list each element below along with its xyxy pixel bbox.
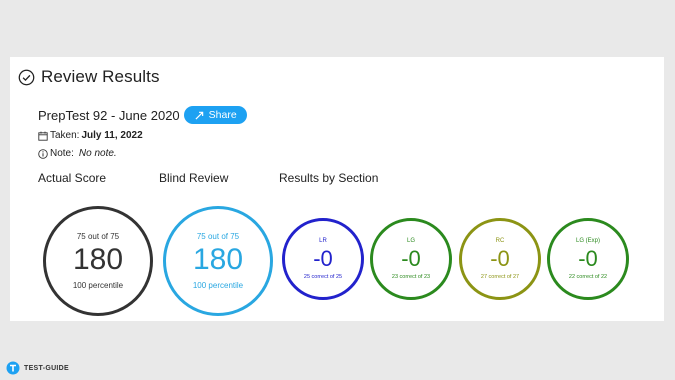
section-score: -0 (578, 246, 598, 271)
blind-review-label: Blind Review (159, 171, 229, 185)
check-circle-icon (18, 69, 35, 85)
blind-review-correct: 75 out of 75 (196, 232, 240, 241)
share-button-label: Share (208, 109, 237, 121)
test-title-row: PrepTest 92 - June 2020 Share (38, 106, 247, 124)
note-value: No note. (78, 148, 117, 159)
section-correct: 23 correct of 23 (391, 274, 431, 280)
blind-review-score: 180 (192, 243, 244, 276)
actual-score-label: Actual Score (38, 171, 107, 185)
share-icon (195, 111, 203, 120)
section-name: RC (495, 238, 505, 244)
section-score: -0 (313, 246, 333, 271)
taken-date: July 11, 2022 (81, 130, 143, 141)
review-results-card: Review Results PrepTest 92 - June 2020 S… (10, 57, 664, 321)
taken-label: Taken: (50, 130, 80, 141)
section-name: LR (319, 238, 327, 244)
section-circle-lg: LG -0 23 correct of 23 (370, 218, 452, 300)
note-label: Note: (50, 148, 74, 159)
actual-score-value: 180 (72, 243, 124, 276)
results-by-section-label: Results by Section (279, 171, 379, 185)
actual-score-percentile: 100 percentile (72, 281, 124, 290)
brand-name: TEST-GUIDE (24, 364, 70, 372)
section-correct: 27 correct of 27 (480, 274, 520, 280)
section-circle-rc: RC -0 27 correct of 27 (459, 218, 541, 300)
section-name: LG (Exp) (575, 238, 600, 244)
blind-review-circle: 75 out of 75 180 100 percentile (163, 206, 273, 316)
note-row: Note: No note. (38, 148, 117, 159)
review-results-header: Review Results (18, 67, 160, 87)
info-icon (38, 148, 48, 159)
section-correct: 22 correct of 22 (568, 274, 608, 280)
section-circle-lg-exp: LG (Exp) -0 22 correct of 22 (547, 218, 629, 300)
section-score: -0 (401, 246, 421, 271)
calendar-icon (38, 131, 48, 141)
test-name: PrepTest 92 - June 2020 (38, 107, 180, 123)
section-circle-lr: LR -0 25 correct of 25 (282, 218, 364, 300)
section-name: LG (406, 238, 415, 244)
share-button[interactable]: Share (183, 106, 247, 124)
blind-review-percentile: 100 percentile (192, 281, 244, 290)
page-title: Review Results (41, 67, 160, 86)
taken-row: Taken: July 11, 2022 (38, 130, 143, 141)
actual-score-circle: 75 out of 75 180 100 percentile (43, 206, 153, 316)
actual-score-correct: 75 out of 75 (76, 232, 120, 241)
test-guide-logo-icon (6, 361, 20, 375)
footer-brand: TEST-GUIDE (6, 361, 69, 375)
section-score: -0 (490, 246, 510, 271)
section-correct: 25 correct of 25 (303, 274, 343, 280)
